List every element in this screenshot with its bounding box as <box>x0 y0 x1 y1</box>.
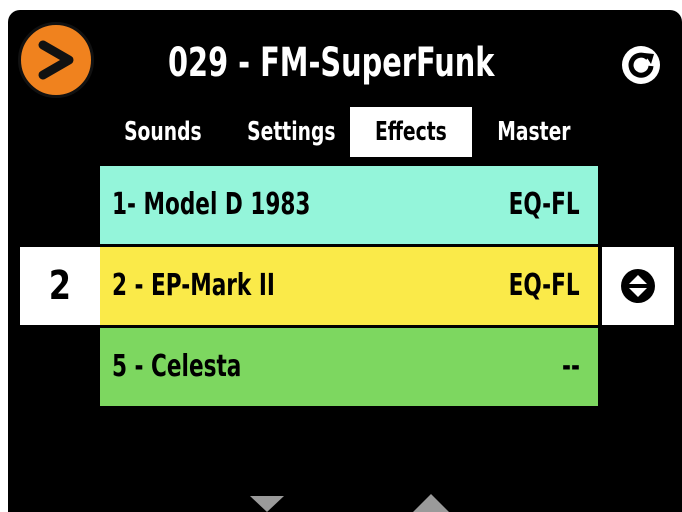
effect-row-2[interactable]: 2 - EP-Mark II EQ-FL <box>100 247 598 325</box>
effect-row-1[interactable]: 1- Model D 1983 EQ-FL <box>100 166 598 244</box>
row-effect: -- <box>562 349 580 384</box>
effect-row-3[interactable]: 5 - Celesta -- <box>100 328 598 406</box>
triangle-up-icon <box>413 494 449 512</box>
triangle-down-icon <box>250 496 284 512</box>
tab-settings[interactable]: Settings <box>230 107 348 157</box>
tab-master[interactable]: Master <box>478 107 590 157</box>
reorder-button[interactable] <box>602 247 674 325</box>
selected-slot-indicator: 2 <box>20 247 100 325</box>
scroll-down-button[interactable] <box>250 496 284 512</box>
device-screen: 029 - FM-SuperFunk Sounds Settings Effec… <box>8 10 682 512</box>
tab-sounds[interactable]: Sounds <box>108 107 218 157</box>
row-name: 5 - Celesta <box>112 349 242 384</box>
row-name: 2 - EP-Mark II <box>112 268 275 303</box>
chevron-right-icon <box>38 40 74 80</box>
tab-effects[interactable]: Effects <box>350 107 472 157</box>
menu-button[interactable] <box>18 22 94 98</box>
scroll-up-button[interactable] <box>413 494 449 512</box>
up-down-icon <box>621 269 655 303</box>
patch-title: 029 - FM-SuperFunk <box>168 40 495 86</box>
refresh-icon <box>622 46 660 84</box>
row-effect: EQ-FL <box>508 268 580 303</box>
refresh-button[interactable] <box>620 44 662 86</box>
row-name: 1- Model D 1983 <box>112 187 311 222</box>
row-effect: EQ-FL <box>508 187 580 222</box>
